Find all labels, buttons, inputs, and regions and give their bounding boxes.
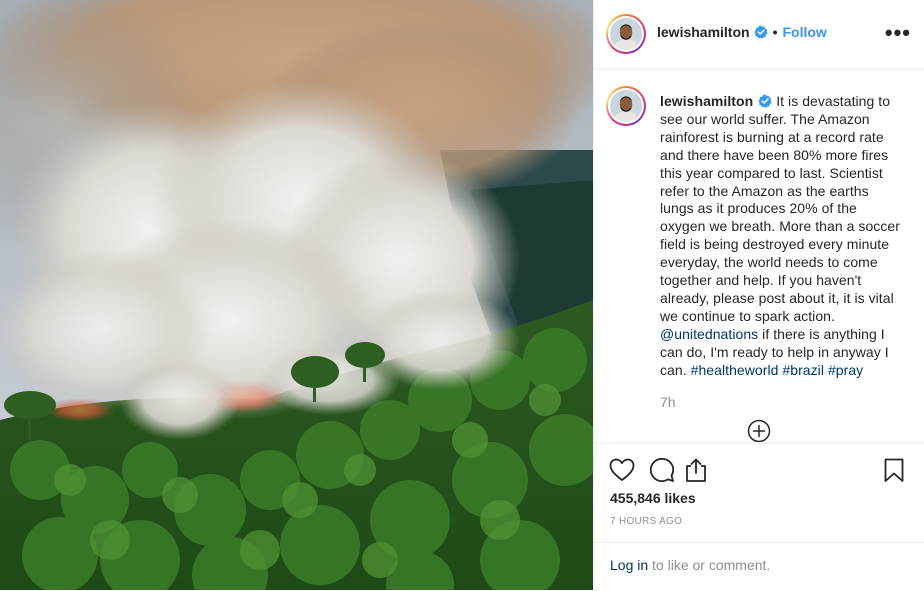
login-prompt-text: Log in to like or comment. (610, 557, 770, 573)
action-icons-row (608, 456, 914, 484)
caption-time[interactable]: 7h (660, 394, 676, 410)
save-button[interactable] (880, 456, 908, 484)
hashtag-link[interactable]: #brazil (782, 362, 824, 378)
post-header: lewishamilton • Follow ••• (594, 0, 924, 69)
verified-badge-icon (758, 94, 772, 108)
bookmark-icon (884, 458, 904, 482)
plus-circle-icon[interactable] (747, 419, 771, 442)
avatar[interactable] (606, 14, 646, 54)
mention-link[interactable]: @unitednations (660, 326, 758, 342)
comment-icon (649, 457, 675, 482)
profile-avatar-icon (610, 90, 642, 122)
post-side-panel: lewishamilton • Follow ••• lewishamilton… (593, 0, 924, 590)
login-prompt: Log in to like or comment. (594, 542, 924, 591)
comment-button[interactable] (648, 456, 676, 484)
post-actions: 455,846 likes 7 HOURS AGO Log in to like… (594, 443, 924, 590)
login-prompt-rest: to like or comment. (652, 557, 771, 573)
comments-section: lewishamilton It is devastating to see o… (594, 70, 924, 442)
caption-text: It is devastating to see our world suffe… (660, 93, 900, 324)
login-link[interactable]: Log in (610, 557, 648, 573)
profile-avatar-icon (610, 18, 642, 50)
like-button[interactable] (608, 456, 636, 484)
amazon-fire-photo (0, 0, 593, 590)
likes-count[interactable]: 455,846 likes (610, 490, 696, 506)
hashtag-link[interactable]: #pray (828, 362, 863, 378)
more-options-icon[interactable]: ••• (885, 20, 911, 46)
separator-dot: • (772, 24, 778, 40)
header-username[interactable]: lewishamilton (657, 24, 750, 40)
verified-badge-icon (753, 25, 768, 39)
post-caption: lewishamilton It is devastating to see o… (660, 93, 905, 380)
post-photo[interactable] (0, 0, 593, 590)
follow-button[interactable]: Follow (782, 24, 826, 40)
post-timestamp[interactable]: 7 HOURS AGO (610, 516, 682, 527)
share-icon (686, 458, 706, 482)
header-user-line: lewishamilton • Follow (657, 24, 827, 40)
instagram-post: lewishamilton • Follow ••• lewishamilton… (0, 0, 924, 590)
share-button[interactable] (682, 456, 710, 484)
caption-avatar[interactable] (606, 86, 646, 126)
hashtag-link[interactable]: #healtheworld (691, 362, 779, 378)
caption-username[interactable]: lewishamilton (660, 93, 753, 109)
heart-icon (609, 458, 635, 481)
